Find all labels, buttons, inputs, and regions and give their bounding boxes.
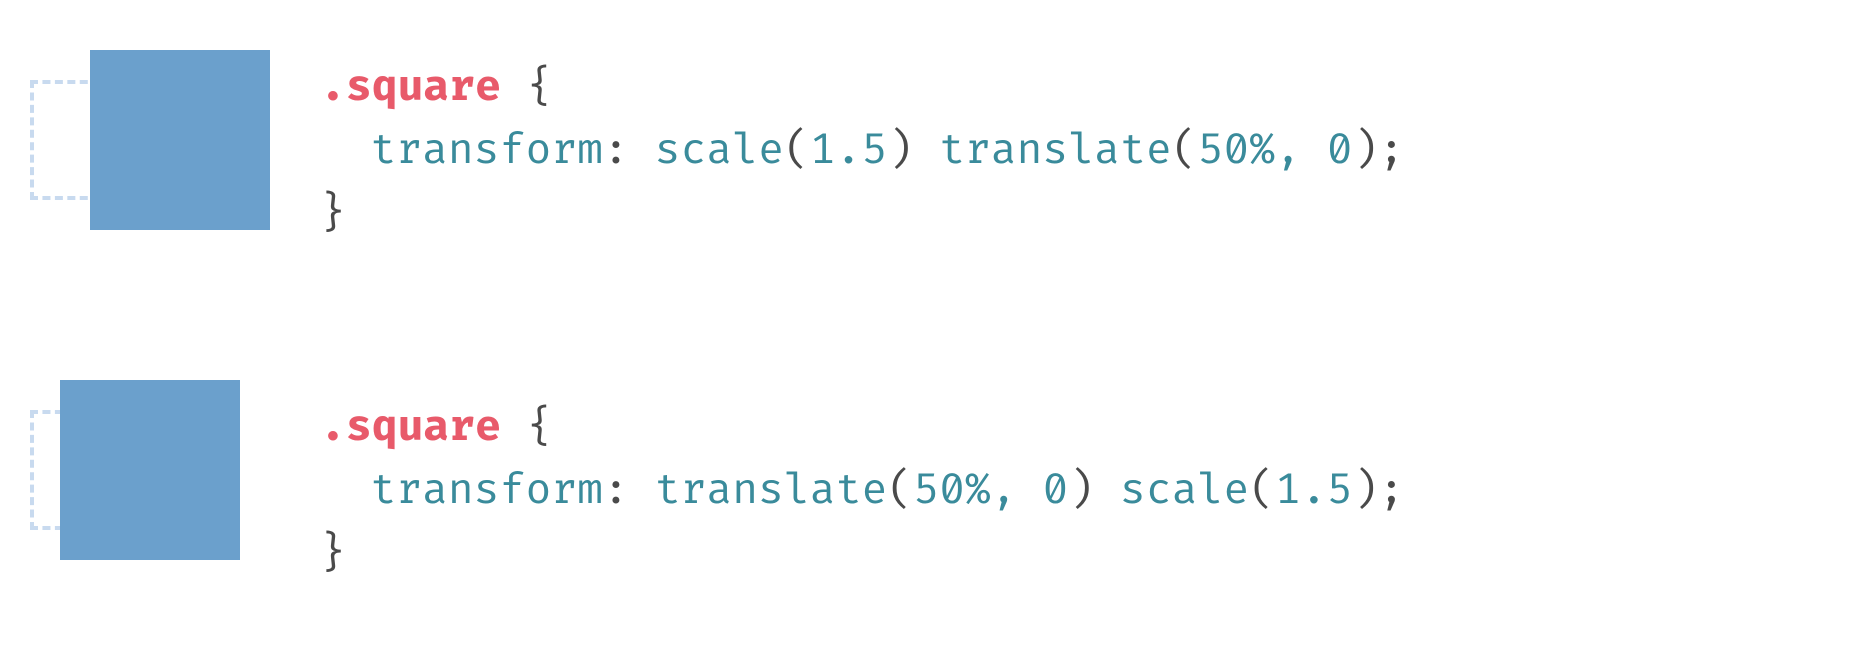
transform-visual-2 xyxy=(0,370,320,610)
open-brace: { xyxy=(527,401,553,453)
open-brace: { xyxy=(527,61,553,113)
css-code-block-2: .square { transform: translate(50%, 0) s… xyxy=(320,396,1404,585)
css-function-translate: translate xyxy=(655,464,888,516)
css-value: 50%, 0 xyxy=(1198,124,1353,176)
css-value: 1.5 xyxy=(810,124,888,176)
css-value: 50%, 0 xyxy=(913,464,1068,516)
css-property: transform xyxy=(370,124,603,176)
code-example-2: .square { transform: translate(50%, 0) s… xyxy=(0,370,1870,610)
css-value: 1.5 xyxy=(1275,464,1353,516)
css-function-translate: translate xyxy=(939,124,1172,176)
css-selector: .square xyxy=(320,61,501,113)
css-function-scale: scale xyxy=(655,124,784,176)
transformed-square xyxy=(90,50,270,230)
transformed-square xyxy=(60,380,240,560)
css-function-scale: scale xyxy=(1120,464,1249,516)
close-brace: } xyxy=(320,187,346,239)
css-property: transform xyxy=(370,464,603,516)
transform-visual-1 xyxy=(0,30,320,270)
css-selector: .square xyxy=(320,401,501,453)
close-brace: } xyxy=(320,527,346,579)
css-code-block-1: .square { transform: scale(1.5) translat… xyxy=(320,56,1404,245)
code-example-1: .square { transform: scale(1.5) translat… xyxy=(0,30,1870,270)
